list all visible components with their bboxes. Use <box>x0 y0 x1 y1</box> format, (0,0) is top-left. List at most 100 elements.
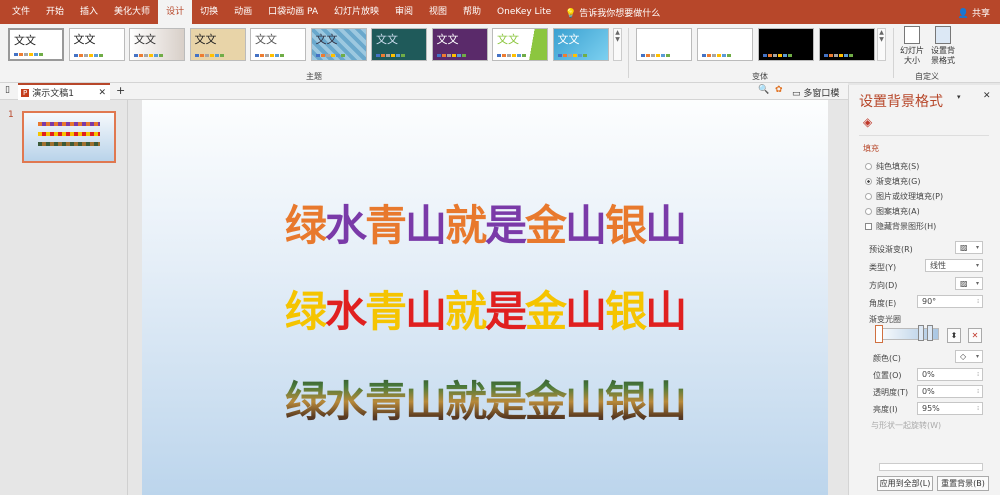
title-character: 山 <box>404 287 447 336</box>
menu-tab[interactable]: 视图 <box>421 0 455 24</box>
variant-thumbnail[interactable] <box>758 28 814 61</box>
menu-tab[interactable]: 美化大师 <box>106 0 158 24</box>
color-label: 颜色(C) <box>873 354 901 363</box>
slide-size-label: 幻灯片大小 <box>900 46 924 65</box>
pane-horizontal-scrollbar[interactable] <box>879 463 983 471</box>
gradient-stop-handle[interactable] <box>875 325 883 343</box>
themes-scroll[interactable]: ▲ ▼ <box>613 28 622 61</box>
format-background-button[interactable]: 设置背景格式 <box>928 26 958 66</box>
theme-color-swatches <box>497 54 526 57</box>
new-doc-icon[interactable]: ▯ <box>5 85 10 95</box>
variant-thumbnail[interactable] <box>636 28 692 61</box>
title-character: 就 <box>444 287 487 336</box>
solid-fill-radio[interactable]: 纯色填充(S) <box>865 161 919 172</box>
theme-color-swatches <box>376 54 405 57</box>
search-icon[interactable]: 🔍 <box>758 85 769 95</box>
angle-label: 角度(E) <box>869 299 897 308</box>
slide-size-button[interactable]: 幻灯片大小 <box>897 26 927 66</box>
menu-tab[interactable]: OneKey Lite <box>489 0 559 24</box>
variant-color-swatches <box>702 54 731 57</box>
variant-color-swatches <box>641 54 670 57</box>
fill-icon[interactable]: ◈ <box>863 115 872 129</box>
brightness-label: 亮度(I) <box>873 405 898 414</box>
menu-tab[interactable]: 幻灯片放映 <box>326 0 387 24</box>
add-stop-button[interactable]: ⬍ <box>947 328 961 343</box>
preset-gradient-dropdown[interactable]: ▨ ▾ <box>955 241 983 254</box>
theme-color-swatches <box>194 54 224 57</box>
gradient-stop-handle[interactable] <box>927 325 933 341</box>
slide[interactable]: 绿水青山就是金山银山 绿水青山就是金山银山 绿水青山就是金山银山 <box>142 100 828 495</box>
fill-section-header[interactable]: 填充 <box>863 143 879 154</box>
menu-tab[interactable]: 动画 <box>226 0 260 24</box>
pane-options-icon[interactable]: ▾ <box>957 93 961 101</box>
transparency-input[interactable]: 0% ⁝ <box>917 385 983 398</box>
brightness-input[interactable]: 95% ⁝ <box>917 402 983 415</box>
pattern-fill-radio[interactable]: 图案填充(A) <box>865 206 920 217</box>
theme-thumbnail[interactable]: 文文 <box>129 28 185 61</box>
title-character: 山 <box>404 201 447 250</box>
variant-thumbnail[interactable] <box>819 28 875 61</box>
menu-tab[interactable]: 口袋动画 PA <box>260 0 326 24</box>
theme-thumbnail[interactable]: 文文 <box>492 28 548 61</box>
gradient-fill-radio[interactable]: 渐变填充(G) <box>865 176 920 187</box>
theme-thumbnail[interactable]: 文文 <box>250 28 306 61</box>
gradient-stop-handle[interactable] <box>918 325 924 341</box>
variants-group-label: 变体 <box>752 72 768 81</box>
variants-scroll[interactable]: ▲ ▼ <box>877 28 886 61</box>
title-line-2[interactable]: 绿水青山就是金山银山 <box>142 278 828 339</box>
theme-thumbnail[interactable]: 文文 <box>431 28 488 61</box>
add-tab-icon[interactable]: + <box>116 84 125 97</box>
variant-thumbnail[interactable] <box>697 28 753 61</box>
gear-icon[interactable]: ✿ <box>775 85 783 95</box>
menu-tab[interactable]: 帮助 <box>455 0 489 24</box>
title-character: 水 <box>324 201 367 250</box>
title-line-1[interactable]: 绿水青山就是金山银山 <box>142 192 828 253</box>
title-character: 是 <box>485 287 527 336</box>
menu-tab[interactable]: 设计 <box>158 0 193 24</box>
position-input[interactable]: 0% ⁝ <box>917 368 983 381</box>
powerpoint-icon: P <box>21 88 30 97</box>
option-label: 渐变填充(G) <box>876 177 921 186</box>
menu-tab[interactable]: 审阅 <box>387 0 421 24</box>
title-character: 山 <box>645 201 687 250</box>
menu-tab[interactable]: 文件 <box>4 0 38 24</box>
theme-thumbnail[interactable]: 文文 <box>189 28 246 61</box>
slide-thumbnail[interactable] <box>22 111 116 163</box>
color-dropdown[interactable]: ◇ ▾ <box>955 350 983 363</box>
title-line-3[interactable]: 绿水青山就是金山银山 <box>142 368 828 429</box>
menu-tab[interactable]: 切换 <box>192 0 226 24</box>
title-character: 山 <box>565 201 607 250</box>
title-character: 青 <box>364 287 407 336</box>
theme-thumbnail[interactable]: 文文 <box>8 28 64 61</box>
theme-thumbnail[interactable]: 文文 <box>310 28 367 61</box>
theme-thumbnail[interactable]: 文文 <box>371 28 427 61</box>
slide-thumbnail-pane: 1 <box>0 100 128 495</box>
apply-to-all-button[interactable]: 应用到全部(L) <box>877 476 933 491</box>
hide-background-checkbox[interactable]: 隐藏背景图形(H) <box>865 221 936 232</box>
theme-sample-text: 文文 <box>194 33 217 46</box>
remove-stop-button[interactable]: ✕ <box>968 328 982 343</box>
document-tab[interactable]: P 演示文稿1 ✕ <box>18 83 110 100</box>
title-character: 青 <box>364 201 407 250</box>
close-tab-icon[interactable]: ✕ <box>98 88 106 98</box>
theme-sample-text: 文文 <box>255 33 277 46</box>
document-name: 演示文稿1 <box>32 89 74 99</box>
angle-input[interactable]: 90° ⁝ <box>917 295 983 308</box>
title-character: 水 <box>324 287 367 336</box>
reset-background-button[interactable]: 重置背景(B) <box>937 476 989 491</box>
direction-dropdown[interactable]: ▨ ▾ <box>955 277 983 290</box>
theme-thumbnail[interactable]: 文文 <box>552 28 609 61</box>
menu-tab[interactable]: 开始 <box>38 0 72 24</box>
tell-me-search[interactable]: 💡 告诉我你想要做什么 <box>565 6 660 19</box>
share-button[interactable]: 👤 共享 <box>958 6 990 19</box>
menu-tab[interactable]: 插入 <box>72 0 106 24</box>
rotate-with-shape-checkbox[interactable]: 与形状一起旋转(W) <box>871 420 941 431</box>
theme-thumbnail[interactable]: 文文 <box>68 28 125 61</box>
type-dropdown[interactable]: 线性 ▾ <box>925 259 983 272</box>
title-character: 银 <box>605 287 647 336</box>
theme-sample-text: 文文 <box>436 33 459 46</box>
picture-fill-radio[interactable]: 图片或纹理填充(P) <box>865 191 943 202</box>
theme-sample-text: 文文 <box>557 33 580 46</box>
close-pane-icon[interactable]: ✕ <box>983 91 991 101</box>
customize-group-label: 自定义 <box>915 72 939 81</box>
